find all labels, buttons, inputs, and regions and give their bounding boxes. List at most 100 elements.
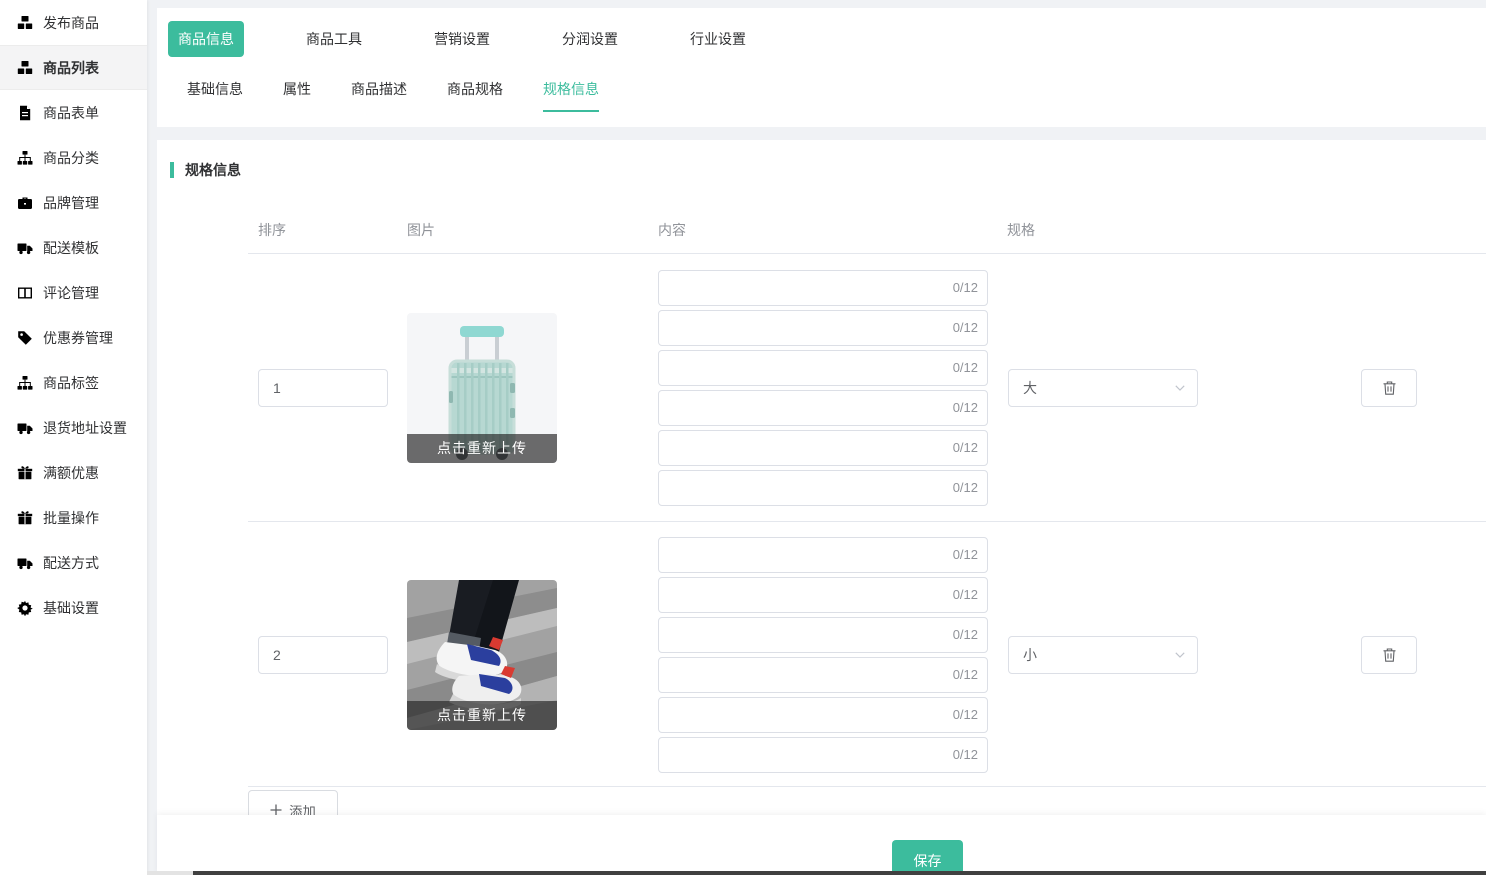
sitemap-icon bbox=[17, 150, 33, 166]
spec-select[interactable]: 小 bbox=[1008, 636, 1198, 674]
reupload-overlay-label: 点击重新上传 bbox=[407, 434, 557, 463]
sidebar-item-publish-product[interactable]: 发布商品 bbox=[0, 0, 147, 45]
sidebar: 发布商品 商品列表 商品表单 商品分类 品牌管理 配送模板 评论管理 优惠券管理… bbox=[0, 0, 147, 875]
plus-icon bbox=[270, 804, 282, 815]
truck-icon bbox=[17, 555, 33, 571]
tab-industry-settings[interactable]: 行业设置 bbox=[680, 21, 756, 57]
sidebar-item-label: 配送模板 bbox=[43, 238, 99, 258]
content-input-wrap: 0/12 bbox=[658, 350, 988, 386]
cubes-icon bbox=[17, 15, 33, 31]
add-row-label: 添加 bbox=[289, 801, 316, 816]
spec-select[interactable]: 大 bbox=[1008, 369, 1198, 407]
sidebar-item-label: 商品标签 bbox=[43, 373, 99, 393]
sidebar-item-comment-management[interactable]: 评论管理 bbox=[0, 270, 147, 315]
content-input-wrap: 0/12 bbox=[658, 657, 988, 693]
column-header-image: 图片 bbox=[407, 220, 435, 240]
save-button[interactable]: 保存 bbox=[892, 840, 963, 875]
content-input[interactable] bbox=[658, 350, 988, 386]
columns-icon bbox=[17, 285, 33, 301]
sitemap-icon bbox=[17, 375, 33, 391]
delete-row-button[interactable] bbox=[1361, 636, 1417, 674]
spec-select-value: 小 bbox=[1023, 645, 1037, 665]
content-input[interactable] bbox=[658, 577, 988, 613]
sidebar-item-product-form[interactable]: 商品表单 bbox=[0, 90, 147, 135]
sidebar-item-label: 优惠券管理 bbox=[43, 328, 113, 348]
tab-spec-info[interactable]: 规格信息 bbox=[543, 79, 599, 112]
content-input-wrap: 0/12 bbox=[658, 470, 988, 506]
sidebar-item-label: 商品分类 bbox=[43, 148, 99, 168]
tab-product-tools[interactable]: 商品工具 bbox=[296, 21, 372, 57]
tab-product-spec[interactable]: 商品规格 bbox=[447, 79, 503, 112]
tag-icon bbox=[17, 330, 33, 346]
content-input[interactable] bbox=[658, 310, 988, 346]
sidebar-gap bbox=[147, 0, 157, 875]
section-title: 规格信息 bbox=[185, 160, 241, 180]
sidebar-item-product-category[interactable]: 商品分类 bbox=[0, 135, 147, 180]
content-input[interactable] bbox=[658, 430, 988, 466]
content-input-wrap: 0/12 bbox=[658, 270, 988, 306]
content-input[interactable] bbox=[658, 697, 988, 733]
column-header-spec: 规格 bbox=[1007, 220, 1035, 240]
sidebar-item-label: 配送方式 bbox=[43, 553, 99, 573]
sidebar-item-brand-management[interactable]: 品牌管理 bbox=[0, 180, 147, 225]
content-input[interactable] bbox=[658, 737, 988, 773]
sidebar-item-delivery-template[interactable]: 配送模板 bbox=[0, 225, 147, 270]
sidebar-item-label: 评论管理 bbox=[43, 283, 99, 303]
sidebar-item-product-list[interactable]: 商品列表 bbox=[0, 45, 147, 90]
content-input-wrap: 0/12 bbox=[658, 617, 988, 653]
gift-icon bbox=[17, 510, 33, 526]
file-icon bbox=[17, 105, 33, 121]
sidebar-item-full-discount[interactable]: 满额优惠 bbox=[0, 450, 147, 495]
sidebar-item-return-address[interactable]: 退货地址设置 bbox=[0, 405, 147, 450]
sidebar-item-coupon-management[interactable]: 优惠券管理 bbox=[0, 315, 147, 360]
sidebar-item-batch-operations[interactable]: 批量操作 bbox=[0, 495, 147, 540]
delete-row-button[interactable] bbox=[1361, 369, 1417, 407]
sort-input[interactable] bbox=[258, 369, 388, 407]
sidebar-item-label: 退货地址设置 bbox=[43, 418, 127, 438]
primary-tabs: 商品信息 商品工具 营销设置 分润设置 行业设置 bbox=[157, 8, 1486, 57]
header-tabs-card: 商品信息 商品工具 营销设置 分润设置 行业设置 基础信息 属性 商品描述 商品… bbox=[157, 8, 1486, 127]
content-input-wrap: 0/12 bbox=[658, 697, 988, 733]
trash-icon bbox=[1382, 647, 1397, 663]
sidebar-item-product-tags[interactable]: 商品标签 bbox=[0, 360, 147, 405]
content-input[interactable] bbox=[658, 470, 988, 506]
tab-basic-info[interactable]: 基础信息 bbox=[187, 79, 243, 112]
sidebar-item-label: 品牌管理 bbox=[43, 193, 99, 213]
tab-marketing-settings[interactable]: 营销设置 bbox=[424, 21, 500, 57]
section-accent-bar bbox=[170, 162, 174, 178]
sidebar-item-delivery-method[interactable]: 配送方式 bbox=[0, 540, 147, 585]
content-input[interactable] bbox=[658, 537, 988, 573]
chevron-down-icon bbox=[1175, 652, 1185, 658]
sidebar-item-label: 商品列表 bbox=[43, 58, 99, 78]
content-inputs: 0/12 0/12 0/12 0/12 0/12 0/12 bbox=[658, 270, 988, 506]
sidebar-item-basic-settings[interactable]: 基础设置 bbox=[0, 585, 147, 630]
content-input[interactable] bbox=[658, 390, 988, 426]
spec-info-panel: 规格信息 排序 图片 内容 规格 bbox=[157, 140, 1486, 815]
sidebar-item-label: 发布商品 bbox=[43, 13, 99, 33]
product-image-upload[interactable]: 点击重新上传 bbox=[407, 313, 557, 463]
trash-icon bbox=[1382, 380, 1397, 396]
tab-attributes[interactable]: 属性 bbox=[283, 79, 311, 112]
add-row-button[interactable]: 添加 bbox=[248, 790, 338, 815]
content-input-wrap: 0/12 bbox=[658, 537, 988, 573]
truck-icon bbox=[17, 420, 33, 436]
content-input[interactable] bbox=[658, 270, 988, 306]
tab-product-description[interactable]: 商品描述 bbox=[351, 79, 407, 112]
column-header-content: 内容 bbox=[658, 220, 686, 240]
spec-row: 点击重新上传 0/12 0/12 0/12 0/12 0/12 bbox=[157, 253, 1486, 522]
row-divider bbox=[248, 786, 1486, 787]
gift-icon bbox=[17, 465, 33, 481]
briefcase-icon bbox=[17, 195, 33, 211]
sidebar-item-label: 商品表单 bbox=[43, 103, 99, 123]
content-input[interactable] bbox=[658, 617, 988, 653]
content-input-wrap: 0/12 bbox=[658, 430, 988, 466]
tab-product-info[interactable]: 商品信息 bbox=[168, 21, 244, 57]
sort-input[interactable] bbox=[258, 636, 388, 674]
content-input[interactable] bbox=[658, 657, 988, 693]
spec-select-value: 大 bbox=[1023, 378, 1037, 398]
horizontal-scrollbar[interactable] bbox=[147, 871, 1486, 875]
product-image-upload[interactable]: 点击重新上传 bbox=[407, 580, 557, 730]
chevron-down-icon bbox=[1175, 385, 1185, 391]
column-header-sort: 排序 bbox=[258, 220, 286, 240]
tab-profit-settings[interactable]: 分润设置 bbox=[552, 21, 628, 57]
